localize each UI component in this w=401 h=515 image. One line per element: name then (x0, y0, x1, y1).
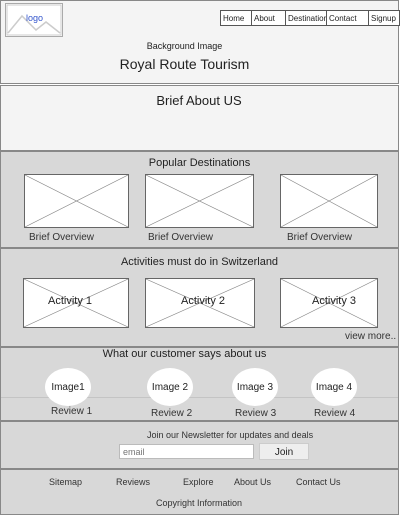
image-placeholder-icon (146, 175, 253, 227)
reviews-section: What our customer says about us Image1 I… (0, 347, 399, 421)
reviews-title: What our customer says about us (102, 348, 267, 360)
image-placeholder-icon (281, 175, 377, 227)
activity-label-1: Activity 1 (48, 295, 93, 307)
destinations-title: Popular Destinations (148, 157, 251, 169)
destination-overview-1[interactable]: Brief Overview (29, 232, 94, 243)
site-title: Royal Route Tourism (119, 56, 250, 72)
activity-label-3: Activity 3 (312, 295, 357, 307)
review-image-1[interactable]: Image1 (45, 368, 91, 406)
brief-section: Brief About US (0, 85, 399, 151)
destination-image-3[interactable] (280, 174, 378, 228)
newsletter-section: Join our Newsletter for updates and deal… (0, 421, 399, 469)
destination-image-2[interactable] (145, 174, 254, 228)
activity-image-1[interactable]: Activity 1 (23, 278, 129, 328)
join-button[interactable]: Join (259, 443, 309, 460)
header-section: logo Home About Destination Contact Sign… (0, 0, 400, 84)
copyright-text: Copyright Information (156, 498, 243, 508)
footer-link-explore[interactable]: Explore (183, 477, 214, 487)
brief-title: Brief About US (156, 93, 242, 108)
activities-title: Activities must do in Switzerland (120, 256, 279, 268)
image-placeholder-icon (25, 175, 128, 227)
destination-image-1[interactable] (24, 174, 129, 228)
background-image-label: Background Image (146, 41, 223, 51)
review-label-1[interactable]: Review 1 (51, 406, 92, 417)
nav-destination[interactable]: Destination (285, 10, 328, 26)
destination-overview-3[interactable]: Brief Overview (287, 232, 352, 243)
footer-link-sitemap[interactable]: Sitemap (49, 477, 82, 487)
review-image-2[interactable]: Image 2 (147, 368, 193, 406)
review-label-4[interactable]: Review 4 (314, 408, 355, 419)
footer-section: Sitemap Reviews Explore About Us Contact… (0, 469, 399, 515)
activity-image-3[interactable]: Activity 3 (280, 278, 378, 328)
newsletter-text: Join our Newsletter for updates and deal… (147, 430, 314, 440)
review-image-4[interactable]: Image 4 (311, 368, 357, 406)
activity-label-2: Activity 2 (181, 295, 226, 307)
nav-signup[interactable]: Signup (368, 10, 400, 26)
activity-image-2[interactable]: Activity 2 (145, 278, 255, 328)
logo-placeholder[interactable]: logo (5, 3, 63, 37)
footer-link-contact[interactable]: Contact Us (296, 477, 341, 487)
activities-section: Activities must do in Switzerland Activi… (0, 248, 399, 347)
review-image-3[interactable]: Image 3 (232, 368, 278, 406)
nav-contact[interactable]: Contact (326, 10, 369, 26)
review-label-2[interactable]: Review 2 (151, 408, 192, 419)
email-input[interactable] (119, 444, 254, 459)
nav-home[interactable]: Home (220, 10, 252, 26)
logo-label: logo (26, 13, 44, 23)
destinations-section: Popular Destinations Brief Overview Brie… (0, 151, 399, 248)
review-label-3[interactable]: Review 3 (235, 408, 276, 419)
destination-overview-2[interactable]: Brief Overview (148, 232, 213, 243)
footer-link-about[interactable]: About Us (234, 477, 271, 487)
view-more-link[interactable]: view more.. (345, 331, 396, 342)
footer-link-reviews[interactable]: Reviews (116, 477, 150, 487)
nav-about[interactable]: About (251, 10, 286, 26)
